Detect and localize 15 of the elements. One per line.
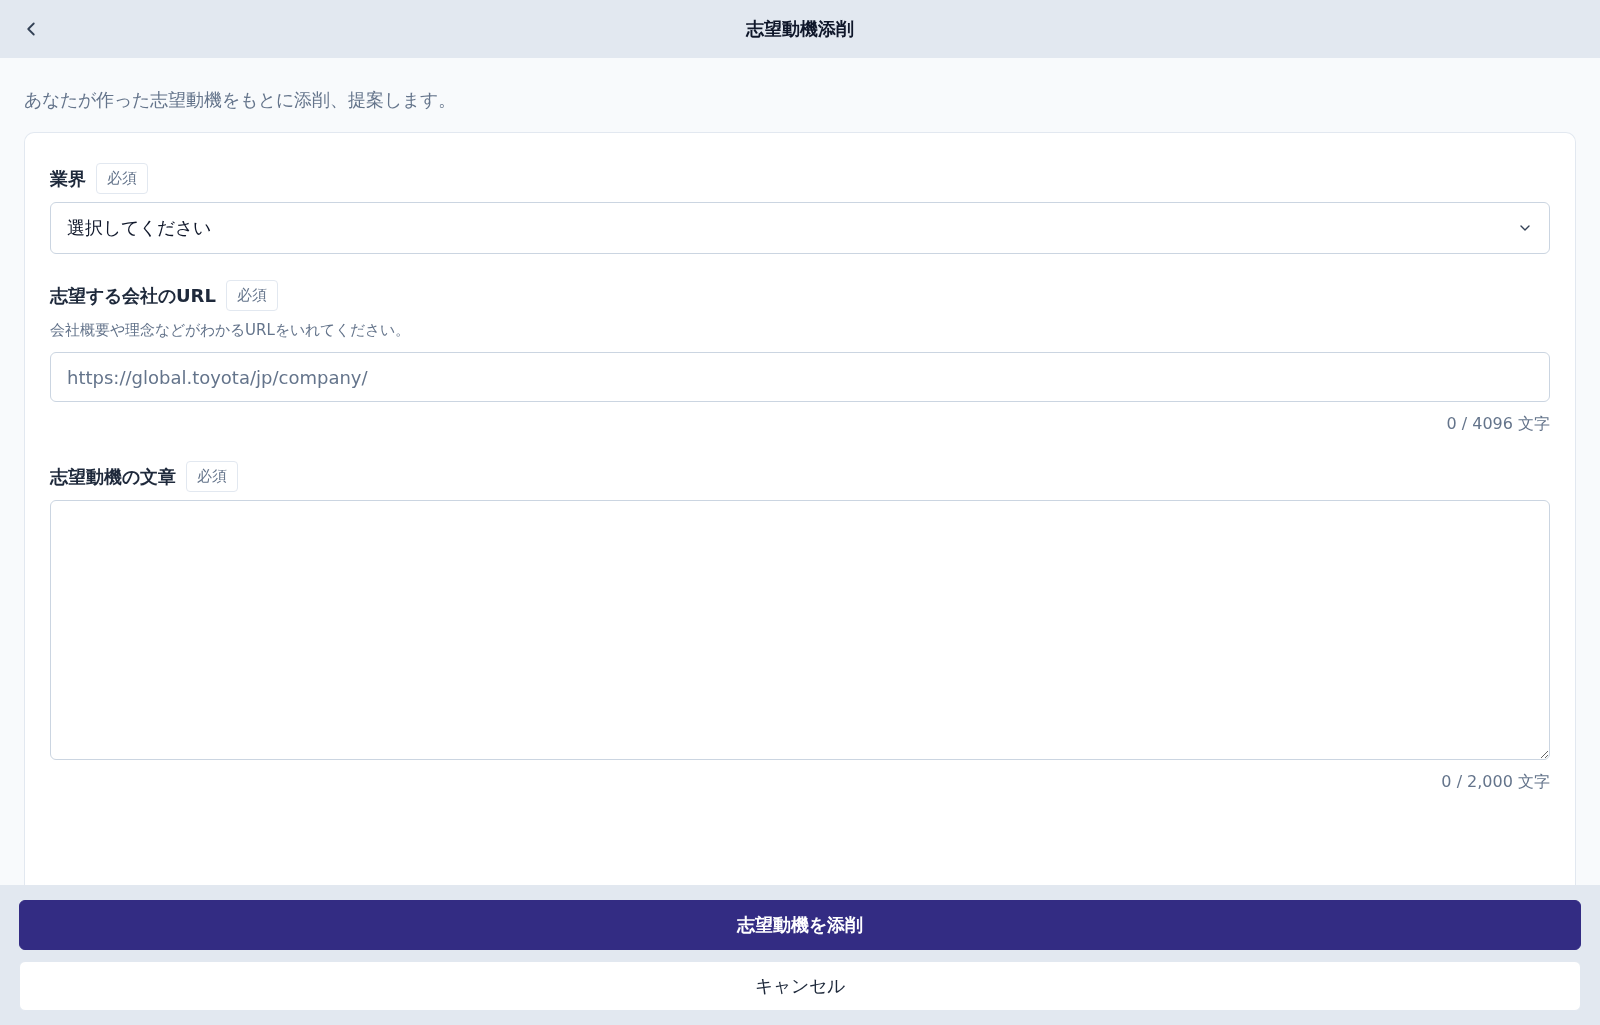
help-text: 会社概要や理念などがわかるURLをいれてください。 (50, 321, 411, 340)
required-tag: 必須 (225, 280, 278, 311)
url-input-field[interactable]: https://global.toyota/jp/company/ (50, 352, 1550, 402)
field-label: 志望する会社のURL (50, 283, 216, 308)
required-tag: 必須 (96, 163, 148, 194)
cancel-button[interactable]: キャンセル (19, 961, 1581, 1011)
industry-select[interactable]: 選択してください (50, 202, 1550, 254)
required-tag: 必須 (186, 461, 238, 492)
submit-button[interactable]: 志望動機を添削 (19, 900, 1581, 950)
page-title: 志望動機添削 (746, 17, 854, 41)
character-counter: 0 / 2,000 文字 (1441, 772, 1550, 793)
character-counter: 0 / 4096 文字 (1446, 414, 1550, 435)
intro-text: あなたが作った志望動機をもとに添削、提案します。 (24, 88, 457, 112)
field-label: 業界 (50, 166, 86, 191)
field-label: 志望動機の文章 (50, 464, 176, 489)
